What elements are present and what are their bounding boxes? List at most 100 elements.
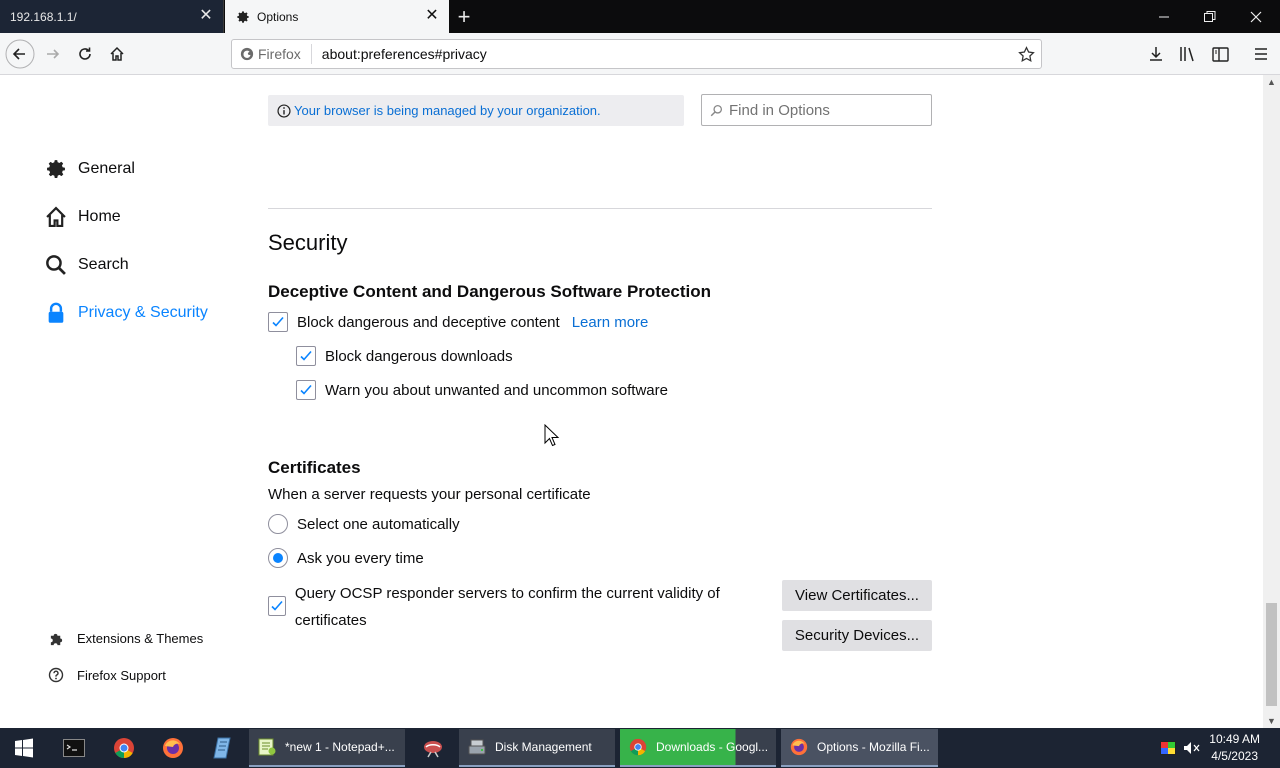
puzzle-icon xyxy=(47,629,65,647)
system-clock[interactable]: 10:49 AM 4/5/2023 xyxy=(1209,731,1260,765)
learn-more-link[interactable]: Learn more xyxy=(572,314,649,331)
certificates-heading: Certificates xyxy=(268,458,361,477)
home-icon xyxy=(44,205,68,229)
gear-icon xyxy=(235,9,251,25)
terminal-icon[interactable] xyxy=(50,728,98,768)
sidebar-item-label: General xyxy=(78,160,135,177)
windows-start-icon[interactable] xyxy=(0,728,48,768)
search-icon xyxy=(44,253,68,277)
checkmark-icon xyxy=(300,350,312,361)
ask-every-time-radio[interactable] xyxy=(268,548,288,568)
scroll-down-arrow-icon[interactable]: ▼ xyxy=(1267,716,1276,726)
url-bar[interactable]: Firefox about:preferences#privacy xyxy=(231,39,1042,69)
select-automatically-label[interactable]: Select one automatically xyxy=(297,516,460,533)
block-downloads-row: Block dangerous downloads xyxy=(296,346,513,366)
tab-strip: 192.168.1.1/ ✕ Options ✕ + xyxy=(0,0,1280,33)
library-icon[interactable] xyxy=(1172,38,1204,70)
firefox-logo-icon xyxy=(240,47,254,61)
sidebar-toggle-icon[interactable] xyxy=(1204,38,1236,70)
identity-box[interactable]: Firefox xyxy=(232,44,312,64)
bookmark-star-icon[interactable] xyxy=(1018,46,1035,68)
scrollbar-thumb[interactable] xyxy=(1266,603,1277,706)
new-tab-button[interactable]: + xyxy=(449,0,479,33)
sidebar-firefox-support[interactable]: Firefox Support xyxy=(47,666,166,684)
help-icon xyxy=(47,666,65,684)
certificates-description: When a server requests your personal cer… xyxy=(268,486,591,503)
windows-taskbar: *new 1 - Notepad+... Disk Management Dow… xyxy=(0,728,1280,768)
close-window-icon[interactable] xyxy=(1233,0,1279,33)
sidebar-item-privacy-security[interactable]: Privacy & Security xyxy=(44,301,208,325)
disk-management-icon xyxy=(467,737,487,757)
block-downloads-checkbox[interactable] xyxy=(296,346,316,366)
taskbar-app-notepadpp[interactable]: *new 1 - Notepad+... xyxy=(249,729,405,767)
find-in-options-input[interactable]: Find in Options xyxy=(701,94,932,126)
block-deceptive-row: Block dangerous and deceptive content Le… xyxy=(268,312,648,332)
sidebar-item-label: Privacy & Security xyxy=(78,304,208,321)
taskbar-app-firefox-options[interactable]: Options - Mozilla Fi... xyxy=(781,729,938,767)
sidebar-item-label: Search xyxy=(78,256,129,273)
block-downloads-label[interactable]: Block dangerous downloads xyxy=(325,348,513,365)
volume-muted-icon[interactable] xyxy=(1172,728,1212,768)
tab-title: Options xyxy=(257,9,299,24)
back-button[interactable] xyxy=(4,38,36,70)
url-text[interactable]: about:preferences#privacy xyxy=(312,46,487,62)
tab-options[interactable]: Options ✕ xyxy=(225,0,449,33)
identity-label: Firefox xyxy=(258,46,301,62)
sidebar-item-home[interactable]: Home xyxy=(44,205,121,229)
chrome-icon xyxy=(628,737,648,757)
block-deceptive-checkbox[interactable] xyxy=(268,312,288,332)
warn-unwanted-row: Warn you about unwanted and uncommon sof… xyxy=(296,380,668,400)
restore-icon[interactable] xyxy=(1187,0,1233,33)
sidebar-item-general[interactable]: General xyxy=(44,157,135,181)
taskbar-app-label: Downloads - Googl... xyxy=(656,740,769,754)
firefox-icon[interactable] xyxy=(149,728,197,768)
sidebar-footer-label: Extensions & Themes xyxy=(77,630,204,646)
checkmark-icon xyxy=(271,600,283,611)
snipping-tool-icon[interactable] xyxy=(409,728,457,768)
tab-router[interactable]: 192.168.1.1/ ✕ xyxy=(0,0,224,33)
block-deceptive-label[interactable]: Block dangerous and deceptive content xyxy=(297,314,560,331)
sidebar-extensions-themes[interactable]: Extensions & Themes xyxy=(47,629,203,647)
scroll-up-arrow-icon[interactable]: ▲ xyxy=(1267,77,1276,87)
taskbar-app-disk-management[interactable]: Disk Management xyxy=(459,729,615,767)
checkmark-icon xyxy=(272,316,284,327)
info-icon xyxy=(277,103,291,118)
vertical-scrollbar[interactable]: ▲ ▼ xyxy=(1263,75,1280,728)
preferences-page: General Home Search Privacy & Security E… xyxy=(0,75,1280,728)
ask-every-time-label[interactable]: Ask you every time xyxy=(297,550,424,567)
menu-hamburger-icon[interactable] xyxy=(1245,38,1277,70)
downloads-icon[interactable] xyxy=(1140,38,1172,70)
sidebar-item-search[interactable]: Search xyxy=(44,253,129,277)
checkmark-icon xyxy=(300,384,312,395)
search-icon xyxy=(710,104,723,116)
notepad-icon[interactable] xyxy=(198,728,246,768)
minimize-icon[interactable] xyxy=(1141,0,1187,33)
reload-button[interactable] xyxy=(69,38,101,70)
close-tab-icon[interactable]: ✕ xyxy=(425,8,439,24)
select-automatically-row: Select one automatically xyxy=(268,514,460,534)
tab-title: 192.168.1.1/ xyxy=(10,9,77,24)
view-certificates-button[interactable]: View Certificates... xyxy=(782,580,932,611)
security-devices-button[interactable]: Security Devices... xyxy=(782,620,932,651)
ocsp-checkbox[interactable] xyxy=(268,596,286,616)
ocsp-label[interactable]: Query OCSP responder servers to confirm … xyxy=(295,580,738,634)
taskbar-app-label: *new 1 - Notepad+... xyxy=(285,740,395,754)
notepad-plus-icon xyxy=(257,737,277,757)
deceptive-content-heading: Deceptive Content and Dangerous Software… xyxy=(268,282,712,301)
close-tab-icon[interactable]: ✕ xyxy=(199,8,213,24)
radio-selected-dot xyxy=(273,553,283,563)
forward-button[interactable] xyxy=(37,38,69,70)
lock-icon xyxy=(44,301,68,325)
section-divider xyxy=(268,208,932,209)
policy-text: Your browser is being managed by your or… xyxy=(294,103,601,118)
policy-banner[interactable]: Your browser is being managed by your or… xyxy=(268,95,684,126)
select-automatically-radio[interactable] xyxy=(268,514,288,534)
warn-unwanted-checkbox[interactable] xyxy=(296,380,316,400)
ask-every-time-row: Ask you every time xyxy=(268,548,424,568)
warn-unwanted-label[interactable]: Warn you about unwanted and uncommon sof… xyxy=(325,382,668,399)
navigation-toolbar: Firefox about:preferences#privacy xyxy=(0,33,1280,75)
chrome-icon[interactable] xyxy=(100,728,148,768)
home-button[interactable] xyxy=(101,38,133,70)
taskbar-app-chrome-downloads[interactable]: Downloads - Googl... xyxy=(620,729,776,767)
clock-time: 10:49 AM xyxy=(1209,732,1260,746)
